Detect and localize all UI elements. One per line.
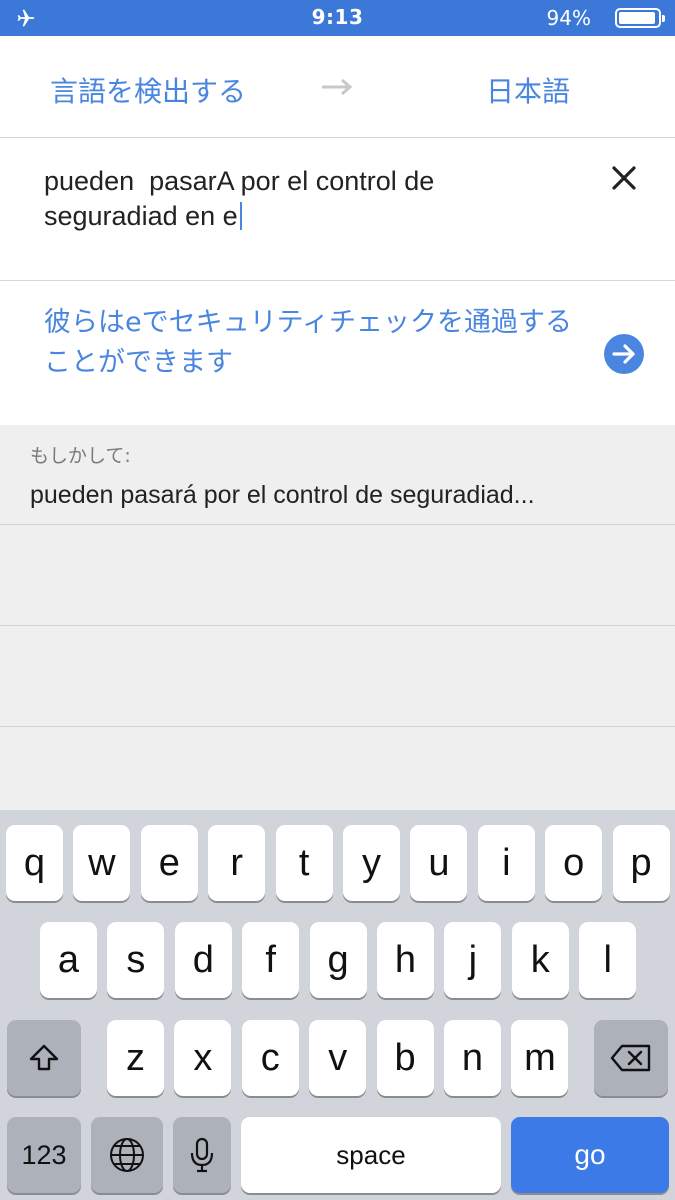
key-d[interactable]: d [174, 922, 232, 998]
source-text-field[interactable]: pueden pasarA por el control de seguradi… [44, 164, 564, 234]
go-key[interactable]: go [511, 1117, 669, 1193]
space-key[interactable]: space [241, 1117, 501, 1193]
divider [0, 625, 675, 626]
translation-result[interactable]: 彼らはeでセキュリティチェックを通過することができます [0, 281, 675, 425]
backspace-icon [610, 1044, 651, 1072]
key-v[interactable]: v [309, 1020, 367, 1096]
numbers-key[interactable]: 123 [7, 1117, 81, 1193]
microphone-icon [190, 1137, 214, 1173]
close-icon[interactable] [606, 160, 642, 196]
key-u[interactable]: u [410, 825, 468, 901]
key-k[interactable]: k [511, 922, 569, 998]
globe-icon [110, 1138, 144, 1172]
suggestion-panel: もしかして: pueden pasará por el control de s… [0, 425, 675, 810]
key-q[interactable]: q [6, 825, 63, 901]
key-m[interactable]: m [511, 1020, 569, 1096]
key-l[interactable]: l [579, 922, 637, 998]
divider [0, 524, 675, 525]
did-you-mean-label: もしかして: [30, 445, 131, 467]
translate-go-button[interactable] [604, 334, 644, 374]
key-r[interactable]: r [208, 825, 266, 901]
source-text-input[interactable]: pueden pasarA por el control de seguradi… [0, 138, 675, 281]
key-p[interactable]: p [612, 825, 670, 901]
key-g[interactable]: g [309, 922, 367, 998]
status-bar: 9:13 94% [0, 0, 675, 36]
key-x[interactable]: x [174, 1020, 232, 1096]
divider [0, 726, 675, 727]
text-caret [239, 202, 242, 230]
battery-percent: 94% [546, 6, 591, 30]
key-a[interactable]: a [40, 922, 97, 998]
battery-icon [615, 8, 665, 28]
suggestion-item[interactable]: pueden pasará por el control de seguradi… [30, 481, 640, 510]
key-y[interactable]: y [343, 825, 400, 901]
dictation-key[interactable] [173, 1117, 231, 1193]
keyboard: 123 space go qwertyuiop asdfghjkl zxcvbnm [0, 810, 675, 1200]
source-text-value: pueden pasarA por el control de seguradi… [44, 166, 442, 231]
target-language-button[interactable]: 日本語 [486, 70, 570, 110]
backspace-key[interactable] [594, 1020, 668, 1096]
key-z[interactable]: z [107, 1020, 164, 1096]
key-o[interactable]: o [545, 825, 603, 901]
source-language-button[interactable]: 言語を検出する [50, 70, 246, 110]
arrow-right-icon [612, 344, 635, 364]
key-h[interactable]: h [377, 922, 434, 998]
shift-key[interactable] [7, 1020, 81, 1096]
key-b[interactable]: b [376, 1020, 434, 1096]
shift-icon [29, 1044, 59, 1071]
key-s[interactable]: s [107, 922, 165, 998]
globe-key[interactable] [91, 1117, 163, 1193]
key-w[interactable]: w [73, 825, 131, 901]
key-i[interactable]: i [477, 825, 535, 901]
key-n[interactable]: n [444, 1020, 501, 1096]
key-t[interactable]: t [275, 825, 333, 901]
key-c[interactable]: c [241, 1020, 299, 1096]
key-e[interactable]: e [140, 825, 198, 901]
right-arrow-icon[interactable] [320, 76, 354, 98]
key-j[interactable]: j [444, 922, 502, 998]
translation-text: 彼らはeでセキュリティチェックを通過することができます [44, 307, 572, 378]
key-f[interactable]: f [242, 922, 300, 998]
language-bar: 言語を検出する 日本語 [0, 36, 675, 138]
